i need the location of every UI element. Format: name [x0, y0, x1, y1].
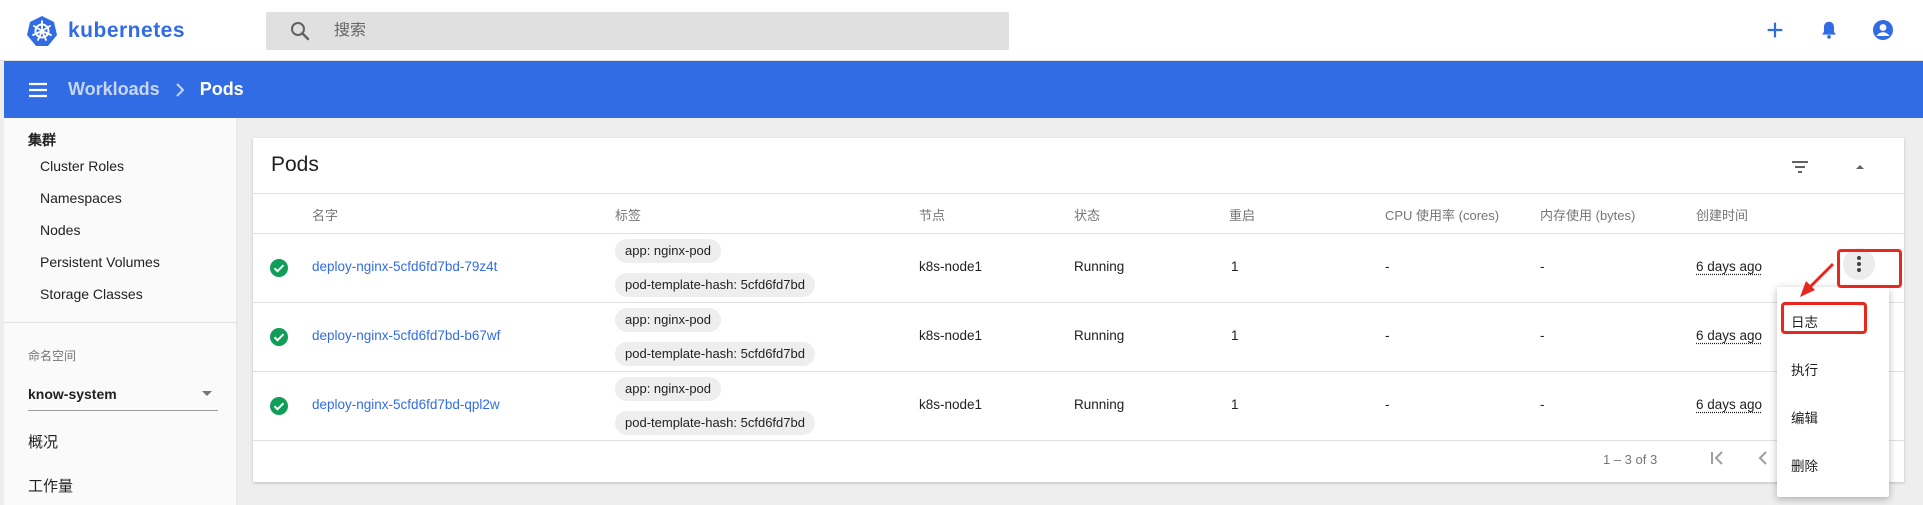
- sidebar-item-persistent-volumes[interactable]: Persistent Volumes: [40, 254, 160, 270]
- sidebar: 集群 Cluster Roles Namespaces Nodes Persis…: [4, 118, 237, 505]
- pod-cpu: -: [1385, 397, 1390, 412]
- sidebar-item-cluster-roles[interactable]: Cluster Roles: [40, 158, 124, 174]
- pod-status: Running: [1074, 328, 1125, 343]
- label-chip: pod-template-hash: 5cfd6fd7bd: [615, 411, 815, 435]
- card-title: Pods: [271, 153, 319, 176]
- app-name: kubernetes: [68, 19, 186, 42]
- table-row: deploy-nginx-5cfd6fd7bd-b67wf app: nginx…: [253, 302, 1904, 371]
- column-header-memory: 内存使用 (bytes): [1540, 208, 1636, 223]
- pod-cpu: -: [1385, 328, 1390, 343]
- pod-memory: -: [1540, 328, 1545, 343]
- sidebar-item-workloads[interactable]: 工作量: [28, 475, 73, 496]
- pod-restarts: 1: [1231, 259, 1239, 274]
- pod-memory: -: [1540, 397, 1545, 412]
- menu-item-exec[interactable]: 执行: [1791, 359, 1818, 379]
- check-circle-icon: [270, 328, 288, 346]
- chevron-right-icon: [175, 82, 185, 97]
- namespace-select[interactable]: know-system: [28, 377, 218, 411]
- previous-page-icon[interactable]: [1751, 446, 1775, 470]
- top-bar: kubernetes: [0, 0, 1923, 61]
- card-divider: [253, 193, 1904, 194]
- annotation-box-logs: [1781, 302, 1867, 334]
- dropdown-caret-icon: [202, 391, 212, 396]
- pod-age: 6 days ago: [1696, 259, 1763, 274]
- label-chip: app: nginx-pod: [615, 377, 722, 401]
- pod-node[interactable]: k8s-node1: [919, 397, 982, 412]
- account-icon[interactable]: [1869, 16, 1897, 44]
- pod-node[interactable]: k8s-node1: [919, 259, 982, 274]
- pod-name-link[interactable]: deploy-nginx-5cfd6fd7bd-qpl2w: [312, 397, 500, 412]
- search-icon: [291, 22, 310, 41]
- pod-name-link[interactable]: deploy-nginx-5cfd6fd7bd-b67wf: [312, 328, 500, 343]
- sidebar-item-nodes[interactable]: Nodes: [40, 222, 80, 238]
- annotation-box-actions: [1837, 249, 1902, 288]
- pod-cpu: -: [1385, 259, 1390, 274]
- pod-name-link[interactable]: deploy-nginx-5cfd6fd7bd-79z4t: [312, 259, 497, 274]
- pod-status: Running: [1074, 397, 1125, 412]
- check-circle-icon: [270, 397, 288, 415]
- column-header-created[interactable]: 创建时间: [1696, 205, 1748, 224]
- breadcrumb-workloads[interactable]: Workloads: [68, 79, 160, 100]
- label-chip: pod-template-hash: 5cfd6fd7bd: [615, 273, 815, 297]
- plus-icon[interactable]: [1761, 16, 1789, 44]
- pod-restarts: 1: [1231, 397, 1239, 412]
- pod-age: 6 days ago: [1696, 397, 1763, 412]
- pod-restarts: 1: [1231, 328, 1239, 343]
- sidebar-divider: [4, 322, 236, 323]
- pod-memory: -: [1540, 259, 1545, 274]
- search-input[interactable]: [334, 22, 934, 40]
- column-header-node: 节点: [919, 208, 946, 223]
- kubernetes-logo-icon: [27, 16, 57, 46]
- pods-card: Pods 名字 标签 节点 状态 重启 CPU 使用率 (cores) 内存使用…: [253, 138, 1904, 482]
- filter-icon[interactable]: [1785, 152, 1815, 182]
- app-logo[interactable]: kubernetes: [26, 15, 185, 47]
- column-header-labels: 标签: [615, 208, 642, 223]
- pod-age: 6 days ago: [1696, 328, 1763, 343]
- label-chip: app: nginx-pod: [615, 308, 722, 332]
- column-header-restarts: 重启: [1229, 208, 1256, 223]
- table-row: deploy-nginx-5cfd6fd7bd-79z4t app: nginx…: [253, 233, 1904, 302]
- table-row: deploy-nginx-5cfd6fd7bd-qpl2w app: nginx…: [253, 371, 1904, 440]
- page-header: Workloads Pods: [4, 61, 1923, 118]
- column-header-cpu: CPU 使用率 (cores): [1385, 208, 1500, 223]
- first-page-icon[interactable]: [1705, 446, 1729, 470]
- sidebar-heading-cluster[interactable]: 集群: [28, 130, 56, 150]
- namespace-value: know-system: [28, 385, 117, 402]
- menu-item-edit[interactable]: 编辑: [1791, 407, 1818, 427]
- search-bar[interactable]: [266, 12, 1009, 50]
- column-header-status: 状态: [1074, 208, 1101, 223]
- namespace-label: 命名空间: [28, 349, 77, 363]
- table-bottom-divider: [253, 440, 1904, 441]
- sidebar-item-namespaces[interactable]: Namespaces: [40, 190, 122, 206]
- pagination-range: 1 – 3 of 3: [1603, 452, 1658, 467]
- sidebar-item-overview[interactable]: 概况: [28, 431, 58, 452]
- label-chip: pod-template-hash: 5cfd6fd7bd: [615, 342, 815, 366]
- hamburger-menu-icon[interactable]: [26, 78, 50, 102]
- pod-status: Running: [1074, 259, 1125, 274]
- label-chip: app: nginx-pod: [615, 239, 722, 263]
- collapse-up-icon[interactable]: [1845, 152, 1875, 182]
- check-circle-icon: [270, 259, 288, 277]
- bell-icon[interactable]: [1815, 16, 1843, 44]
- pod-node[interactable]: k8s-node1: [919, 328, 982, 343]
- breadcrumb-current: Pods: [199, 79, 244, 99]
- menu-item-delete[interactable]: 删除: [1791, 455, 1818, 475]
- column-header-name[interactable]: 名字: [312, 205, 338, 224]
- sidebar-item-storage-classes[interactable]: Storage Classes: [40, 286, 143, 302]
